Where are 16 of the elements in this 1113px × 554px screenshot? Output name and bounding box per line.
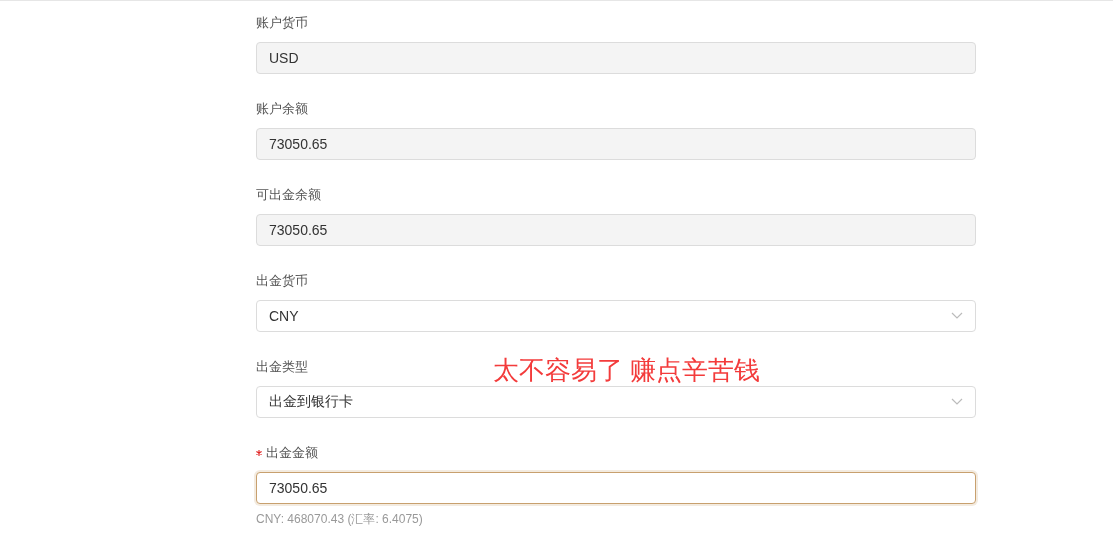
readonly-field: 73050.65 xyxy=(256,214,976,246)
conversion-hint: CNY: 468070.43 (汇率: 6.4075) xyxy=(256,512,424,526)
field-label: 账户余额 xyxy=(256,100,308,118)
readonly-field: USD xyxy=(256,42,976,74)
field-label: 出金类型 xyxy=(256,358,308,376)
select-field[interactable]: 出金到银行卡 xyxy=(256,386,976,418)
chevron-down-icon xyxy=(951,398,963,406)
field-label: 账户货币 xyxy=(256,14,308,32)
readonly-field: 73050.65 xyxy=(256,128,976,160)
amount-input[interactable]: 73050.65 xyxy=(256,472,976,504)
field-label: 出金金额 xyxy=(266,444,318,462)
field-label: 出金货币 xyxy=(256,272,308,290)
chevron-down-icon xyxy=(951,312,963,320)
field-label: 可出金余额 xyxy=(256,186,321,204)
annotation-text: 太不容易了 赚点辛苦钱 xyxy=(493,356,761,384)
select-field[interactable]: CNY xyxy=(256,300,976,332)
